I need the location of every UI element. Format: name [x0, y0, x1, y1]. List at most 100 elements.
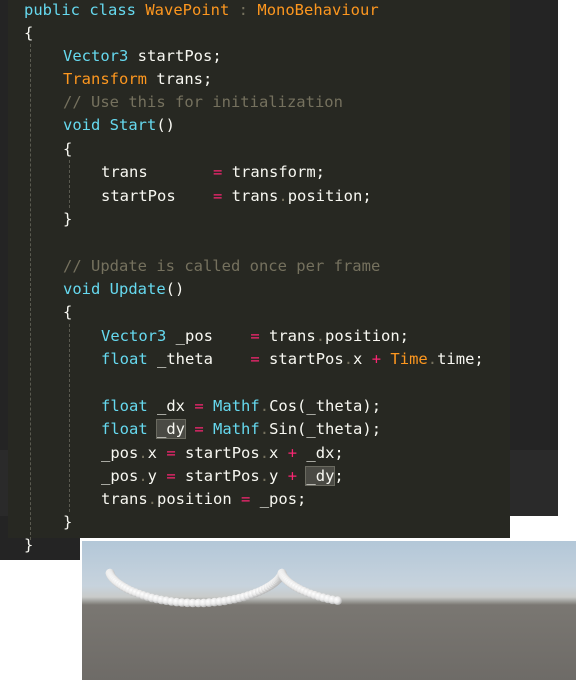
code-line-theta-decl: float _theta = startPos.x + Time.time;: [101, 348, 484, 371]
code-line-dy-decl: float _dy = Mathf.Sin(_theta);: [101, 418, 381, 441]
class-name: Mathf: [213, 397, 260, 415]
member: x: [269, 444, 279, 462]
operator: =: [213, 163, 223, 181]
code-line-pos-decl: Vector3 _pos = trans.position;: [101, 325, 409, 348]
brace: {: [24, 24, 34, 42]
member: y: [269, 467, 279, 485]
type-name: float: [101, 397, 148, 415]
code-line-pos-y: _pos.y = startPos.y + _dy;: [101, 465, 344, 488]
value: startPos: [185, 444, 260, 462]
class-name: Time: [390, 350, 428, 368]
code-line-close-brace: }: [63, 511, 72, 534]
code-line-class-declaration: public class WavePoint : MonoBehaviour: [24, 0, 379, 22]
operator: =: [250, 327, 260, 345]
dot: .: [147, 490, 158, 508]
variable: trans: [101, 163, 148, 181]
highlighted-variable: _dy: [156, 419, 187, 439]
operator: +: [371, 350, 382, 368]
type-name: Vector3: [63, 47, 129, 65]
method-name: Update: [109, 280, 166, 298]
member: x: [353, 350, 363, 368]
variable: startPos: [101, 187, 176, 205]
code-line-update-method: void Update(): [63, 278, 184, 301]
variable: _pos: [101, 467, 139, 485]
dot: .: [259, 397, 270, 415]
value: transform;: [231, 163, 326, 181]
value: startPos: [185, 467, 260, 485]
operator: +: [287, 467, 298, 485]
game-scene-view[interactable]: [82, 541, 576, 680]
keyword: void: [63, 280, 101, 298]
code-line-field-trans: Transform trans;: [63, 68, 212, 91]
variable: _dx: [157, 397, 186, 415]
code-line-close-brace: }: [24, 534, 33, 557]
value: trans: [231, 187, 279, 205]
field-name: startPos;: [137, 47, 222, 65]
code-line-assign-trans: trans = transform;: [101, 161, 325, 184]
code-line-start-method: void Start(): [63, 114, 175, 137]
brace: }: [63, 210, 73, 228]
sphere: [333, 596, 342, 605]
indent-guide: [69, 324, 70, 512]
variable: _theta: [157, 350, 214, 368]
operator: =: [250, 350, 260, 368]
value: trans: [269, 327, 316, 345]
dot: .: [278, 187, 288, 205]
value: _dx;: [306, 444, 344, 462]
function-call: Sin(_theta);: [269, 420, 382, 438]
type-name: float: [101, 420, 148, 438]
code-line-assign-startpos: startPos = trans.position;: [101, 185, 372, 208]
member: position;: [287, 187, 372, 205]
operator: =: [166, 444, 176, 462]
keyword: public class: [24, 1, 136, 19]
type-name: Vector3: [101, 327, 167, 345]
code-line-field-startpos: Vector3 startPos;: [63, 45, 222, 68]
code-line-comment-update: // Update is called once per frame: [63, 255, 380, 278]
member: time;: [437, 350, 484, 368]
field-name: trans;: [156, 70, 213, 88]
brace: {: [63, 140, 73, 158]
dot: .: [427, 350, 438, 368]
class-name: WavePoint: [145, 1, 230, 19]
member: position: [157, 490, 232, 508]
indent-guide: [69, 160, 70, 208]
brace: {: [63, 303, 73, 321]
semicolon: ;: [334, 467, 344, 485]
colon: :: [238, 1, 249, 19]
operator: =: [166, 467, 176, 485]
dot: .: [315, 327, 326, 345]
value: startPos: [269, 350, 344, 368]
brace: }: [24, 536, 34, 554]
base-class-name: MonoBehaviour: [257, 1, 379, 19]
dot: .: [259, 444, 270, 462]
comment: // Use this for initialization: [63, 93, 343, 111]
parens: (): [156, 116, 176, 134]
function-call: Cos(_theta);: [269, 397, 382, 415]
code-editor[interactable]: public class WavePoint : MonoBehaviour {…: [0, 0, 558, 560]
code-line-open-brace: {: [63, 138, 72, 161]
comment: // Update is called once per frame: [63, 257, 381, 275]
member: position;: [325, 327, 410, 345]
parens: (): [165, 280, 185, 298]
dot: .: [259, 467, 270, 485]
keyword: void: [63, 116, 101, 134]
code-line-pos-x: _pos.x = startPos.x + _dx;: [101, 442, 344, 465]
variable: trans: [101, 490, 148, 508]
variable: _pos: [175, 327, 213, 345]
type-name: Transform: [63, 70, 147, 88]
brace: }: [63, 513, 73, 531]
dot: .: [138, 467, 148, 485]
operator: =: [194, 397, 204, 415]
code-line-dx-decl: float _dx = Mathf.Cos(_theta);: [101, 395, 381, 418]
code-line-comment-init: // Use this for initialization: [63, 91, 343, 114]
code-line-open-brace: {: [24, 22, 33, 45]
class-name: Mathf: [213, 420, 260, 438]
indent-guide: [30, 44, 31, 540]
dot: .: [343, 350, 354, 368]
operator: +: [287, 444, 298, 462]
code-line-assign-position: trans.position = _pos;: [101, 488, 306, 511]
member: y: [147, 467, 158, 485]
dot: .: [138, 444, 148, 462]
value: _pos;: [259, 490, 307, 508]
operator: =: [212, 187, 223, 205]
